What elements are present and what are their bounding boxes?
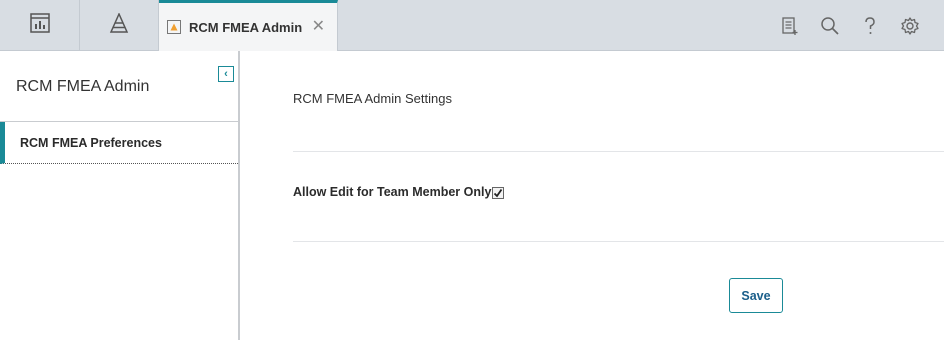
setting-label: Allow Edit for Team Member Only xyxy=(293,184,492,199)
checkmark-icon xyxy=(494,188,503,198)
save-button[interactable]: Save xyxy=(729,278,783,313)
page-title: RCM FMEA Admin Settings xyxy=(293,91,452,106)
allow-edit-checkbox[interactable] xyxy=(492,187,505,199)
search-icon[interactable] xyxy=(820,15,840,37)
divider xyxy=(293,241,944,242)
tab-dashboard[interactable] xyxy=(0,0,80,50)
sidebar-item-label: RCM FMEA Preferences xyxy=(20,135,162,150)
sidebar-title: RCM FMEA Admin xyxy=(16,78,150,95)
toolbar-actions xyxy=(780,15,920,37)
sidebar: RCM FMEA Admin ‹ RCM FMEA Preferences xyxy=(0,51,240,340)
apm-pyramid-icon xyxy=(108,11,130,38)
save-button-label: Save xyxy=(741,288,771,303)
main-content: RCM FMEA Admin Settings Allow Edit for T… xyxy=(242,51,944,340)
document-add-icon[interactable] xyxy=(780,15,800,37)
gear-icon[interactable] xyxy=(900,15,920,37)
chevron-left-icon: ‹ xyxy=(224,68,228,80)
app-header: RCM FMEA Admin ✕ xyxy=(0,0,944,51)
help-icon[interactable] xyxy=(860,15,880,37)
setting-row: Allow Edit for Team Member Only xyxy=(293,184,505,199)
close-icon[interactable]: ✕ xyxy=(312,16,325,36)
divider xyxy=(293,151,944,152)
sidebar-item-rcm-fmea-preferences[interactable]: RCM FMEA Preferences xyxy=(0,122,238,164)
rcm-module-icon xyxy=(167,20,181,34)
collapse-sidebar-button[interactable]: ‹ xyxy=(218,66,234,82)
tab-rcm-fmea-admin[interactable]: RCM FMEA Admin ✕ xyxy=(159,0,338,51)
tab-apm-home[interactable] xyxy=(80,0,159,50)
tab-label: RCM FMEA Admin xyxy=(189,19,303,35)
dashboard-icon xyxy=(29,12,50,38)
